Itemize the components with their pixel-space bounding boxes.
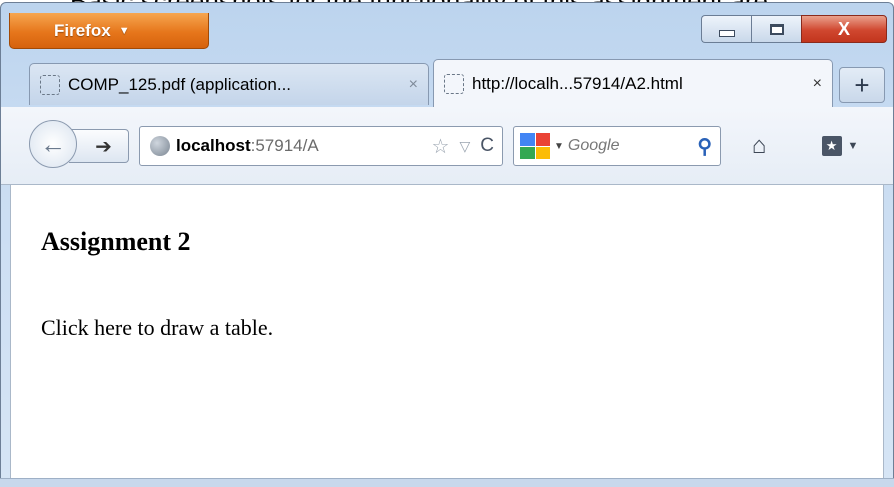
close-tab-icon[interactable]: × [409,76,418,94]
globe-icon [150,136,170,156]
bookmarks-button[interactable]: ★ ▼ [807,131,873,161]
search-engine-dropdown-icon[interactable]: ▼ [554,141,564,152]
history-dropdown-icon[interactable]: ▽ [459,138,470,155]
page-icon [444,73,464,94]
firefox-menu-label: Firefox [54,20,111,40]
navigation-toolbar: ➔ ← localhost:57914/A ☆ ▽ C ▼ Google ⚲ ⌂… [1,107,893,185]
maximize-icon [769,23,784,35]
minimize-button[interactable] [701,15,751,43]
chevron-down-icon: ▼ [118,24,130,37]
tab-label: http://localh...57914/A2.html [472,73,683,93]
tab-a2-html[interactable]: http://localh...57914/A2.html × [433,59,833,107]
window-bottom-border [0,478,894,487]
back-arrow-icon: ← [40,128,66,159]
new-tab-button[interactable]: + [839,67,885,103]
title-bar: Firefox ▼ X [1,3,893,49]
home-icon: ⌂ [751,132,767,159]
tab-comp125-pdf[interactable]: COMP_125.pdf (application... × [29,63,429,105]
reload-icon[interactable]: C [480,135,494,157]
forward-arrow-icon: ➔ [95,135,112,158]
tab-strip: COMP_125.pdf (application... × http://lo… [1,59,893,107]
minimize-icon [718,29,735,37]
page-content: Assignment 2 Click here to draw a table. [10,185,884,481]
url-bar[interactable]: localhost:57914/A ☆ ▽ C [139,126,503,166]
page-icon [40,74,60,95]
maximize-button[interactable] [751,15,801,43]
window-controls: X [701,15,887,43]
close-window-button[interactable]: X [801,15,887,43]
search-input[interactable]: Google [568,137,693,155]
forward-button[interactable]: ➔ [69,129,129,163]
back-button[interactable]: ← [29,120,77,168]
google-logo-icon[interactable] [520,133,550,159]
url-path: :57914/A [250,136,319,155]
browser-window: Firefox ▼ X COMP_125.pdf (application...… [0,2,894,487]
close-tab-icon[interactable]: × [813,75,822,93]
search-icon[interactable]: ⚲ [697,134,720,159]
search-bar[interactable]: ▼ Google ⚲ [513,126,721,166]
draw-table-link[interactable]: Click here to draw a table. [41,315,273,341]
plus-icon: + [854,69,870,100]
firefox-menu-button[interactable]: Firefox ▼ [9,13,209,49]
bookmark-star-icon[interactable]: ☆ [432,134,450,159]
home-button[interactable]: ⌂ [741,129,777,163]
tab-label: COMP_125.pdf (application... [68,74,292,94]
url-bar-icons: ☆ ▽ C [425,127,494,165]
close-icon: X [837,18,850,39]
bookmarks-icon: ★ [821,136,842,156]
chevron-down-icon: ▼ [847,140,859,152]
page-heading: Assignment 2 [41,227,191,256]
url-host: localhost [176,136,251,155]
